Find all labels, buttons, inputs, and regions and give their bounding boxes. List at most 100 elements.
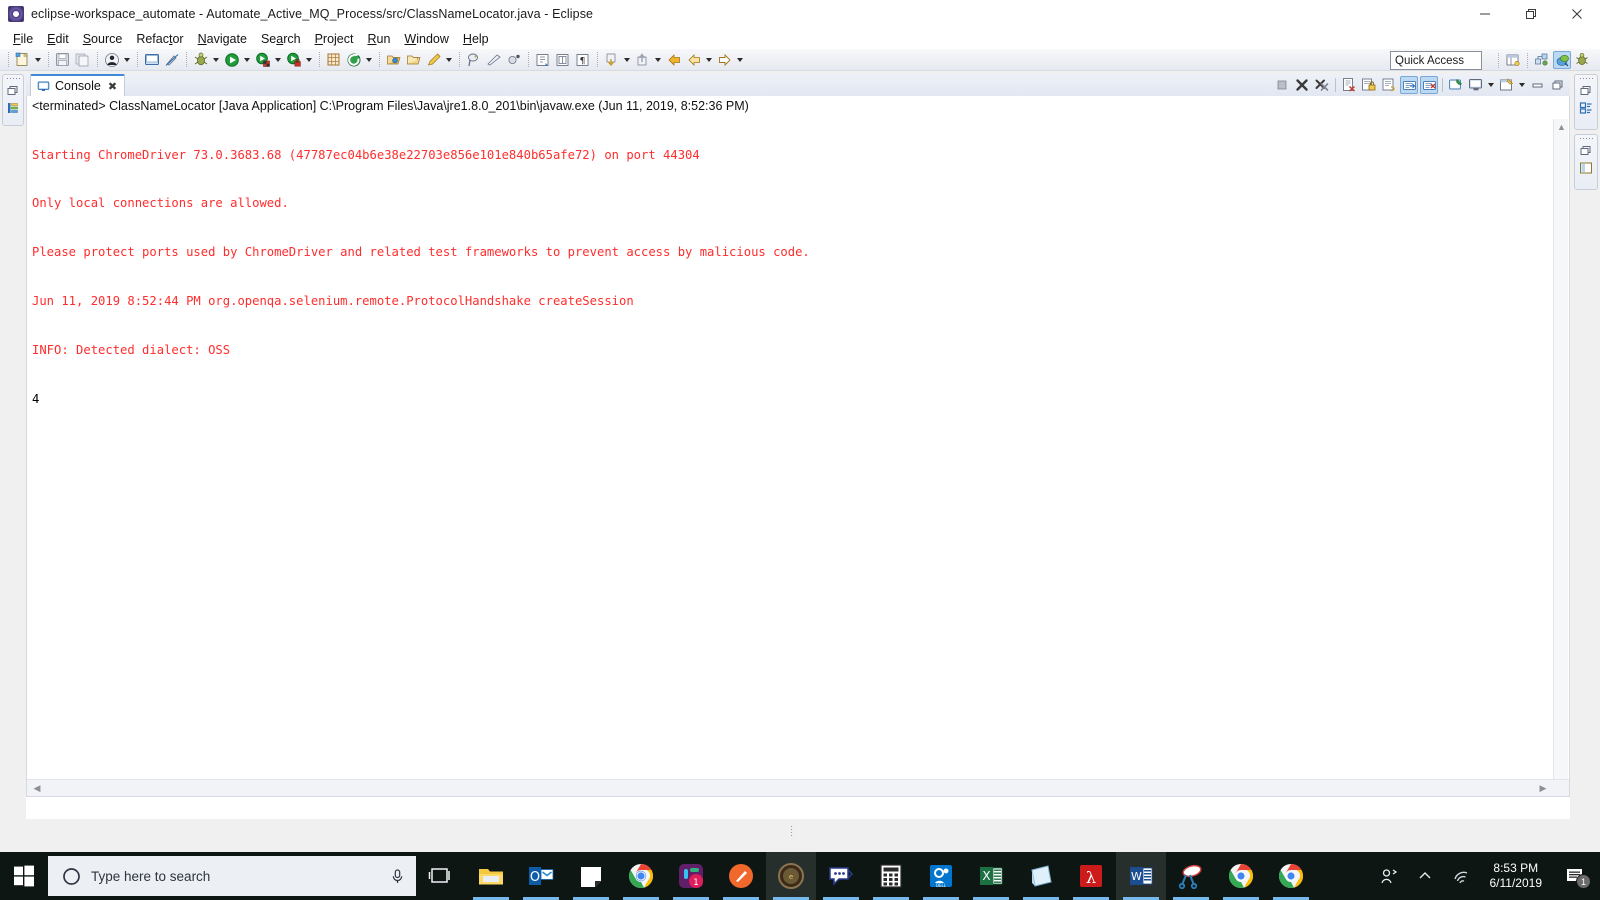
drag-grip[interactable] (1579, 137, 1593, 141)
taskbar-app-google-chrome-3[interactable] (1266, 852, 1316, 900)
edit-icon[interactable] (425, 51, 443, 69)
action-center-icon[interactable]: 1 (1554, 852, 1596, 900)
run-external-tools-icon[interactable] (254, 51, 272, 69)
taskbar-app-notepad-journal[interactable] (1016, 852, 1066, 900)
people-icon[interactable] (1372, 852, 1406, 900)
save-icon[interactable] (54, 51, 72, 69)
open-console-icon[interactable] (1498, 76, 1516, 94)
tab-console[interactable]: Console ✖ (30, 74, 126, 96)
save-all-icon[interactable] (74, 51, 92, 69)
debug-dropdown-arrow[interactable] (211, 51, 220, 69)
open-perspective-icon[interactable] (1504, 51, 1522, 69)
menu-source[interactable]: Source (76, 30, 130, 48)
new-wizard-icon[interactable] (14, 51, 32, 69)
scroll-right-icon[interactable]: ▶ (1535, 780, 1551, 796)
menu-project[interactable]: Project (308, 30, 361, 48)
new-wizard-dropdown-arrow[interactable] (33, 51, 42, 69)
taskbar-app-messaging[interactable] (816, 852, 866, 900)
menu-window[interactable]: Window (397, 30, 455, 48)
taskbar-app-slack[interactable]: 1 (666, 852, 716, 900)
close-icon[interactable]: ✖ (108, 80, 117, 93)
microphone-icon[interactable] (389, 868, 406, 885)
console-horizontal-scrollbar[interactable]: ◀ ▶ (27, 779, 1569, 796)
back-dropdown-arrow[interactable] (653, 51, 662, 69)
restore-button[interactable] (1508, 0, 1554, 28)
taskbar-app-excel[interactable]: X (966, 852, 1016, 900)
outline-minimized-icon[interactable] (5, 100, 21, 116)
minimize-button[interactable] (1462, 0, 1508, 28)
person-dropdown-arrow[interactable] (122, 51, 131, 69)
back-icon[interactable] (634, 51, 652, 69)
taskbar-app-word[interactable]: W (1116, 852, 1166, 900)
console-vertical-scrollbar[interactable]: ▲ ▼ (1553, 119, 1568, 796)
show-console-on-error-icon[interactable] (1420, 76, 1438, 94)
restore-icon[interactable] (5, 83, 21, 99)
windows-start-icon[interactable] (0, 852, 48, 900)
person-icon[interactable] (103, 51, 121, 69)
minimize-icon[interactable] (1529, 76, 1547, 94)
debug-icon[interactable] (192, 51, 210, 69)
menu-file[interactable]: FFileile (6, 30, 40, 48)
taskbar-app-google-chrome-2[interactable] (1216, 852, 1266, 900)
display-selected-console-icon[interactable] (1467, 76, 1485, 94)
new-package-icon[interactable] (345, 51, 363, 69)
profile-icon[interactable] (505, 51, 523, 69)
search-icon[interactable] (465, 51, 483, 69)
coverage-icon[interactable] (285, 51, 303, 69)
toggle-block-selection-icon[interactable]: ¶ (574, 51, 592, 69)
new-package-dropdown-arrow[interactable] (364, 51, 373, 69)
quick-access-input[interactable]: Quick Access (1390, 51, 1482, 70)
remove-all-terminated-icon[interactable] (1313, 76, 1331, 94)
terminate-icon[interactable] (1273, 76, 1291, 94)
menu-search[interactable]: Search (254, 30, 308, 48)
display-console-dropdown-arrow[interactable] (1486, 76, 1495, 94)
forward-icon[interactable] (716, 51, 734, 69)
pin-console-icon[interactable] (1447, 76, 1465, 94)
forward-dropdown-arrow[interactable] (735, 51, 744, 69)
open-task-icon[interactable] (405, 51, 423, 69)
java-perspective-icon[interactable] (1553, 51, 1571, 69)
skip-all-breakpoints-icon[interactable] (485, 51, 503, 69)
show-hidden-icons-chevron[interactable] (1408, 852, 1442, 900)
open-type-icon[interactable] (385, 51, 403, 69)
view-resize-handle[interactable] (790, 825, 794, 837)
word-wrap-icon[interactable] (1380, 76, 1398, 94)
coverage-dropdown-arrow[interactable] (304, 51, 313, 69)
open-console-dropdown-arrow[interactable] (1517, 76, 1526, 94)
edit-dropdown-arrow[interactable] (444, 51, 453, 69)
taskbar-app-eclipse[interactable]: e (766, 852, 816, 900)
run-dropdown-arrow[interactable] (242, 51, 251, 69)
console-output-area[interactable]: <terminated> ClassNameLocator [Java Appl… (26, 96, 1570, 797)
drag-grip[interactable] (1579, 77, 1593, 81)
taskbar-app-sticky-notes[interactable] (566, 852, 616, 900)
restore-icon[interactable] (1578, 143, 1594, 159)
taskbar-app-file-explorer[interactable] (466, 852, 516, 900)
taskbar-app-paint-3d[interactable] (716, 852, 766, 900)
restore-icon[interactable] (1578, 83, 1594, 99)
next-annotation-icon[interactable] (534, 51, 552, 69)
last-edit-location-icon[interactable] (603, 51, 621, 69)
show-console-on-output-icon[interactable] (1400, 76, 1418, 94)
toggle-mark-occurrences-icon[interactable] (163, 51, 181, 69)
scroll-lock-icon[interactable] (1360, 76, 1378, 94)
menu-refactor[interactable]: Refactor (129, 30, 190, 48)
back-nav-icon[interactable] (665, 51, 683, 69)
menu-run[interactable]: Run (360, 30, 397, 48)
menu-help[interactable]: Help (456, 30, 496, 48)
clear-console-icon[interactable] (1340, 76, 1358, 94)
remove-launch-icon[interactable] (1293, 76, 1311, 94)
menu-edit[interactable]: Edit (40, 30, 76, 48)
taskbar-clock[interactable]: 8:53 PM 6/11/2019 (1480, 861, 1553, 891)
taskbar-app-calculator[interactable] (866, 852, 916, 900)
taskbar-app-dell[interactable]: DELL (916, 852, 966, 900)
run-icon[interactable] (223, 51, 241, 69)
close-button[interactable] (1554, 0, 1600, 28)
debug-perspective-icon[interactable] (1573, 51, 1591, 69)
scroll-left-icon[interactable]: ◀ (29, 780, 45, 796)
previous-annotation-icon[interactable] (554, 51, 572, 69)
taskbar-app-outlook[interactable]: O (516, 852, 566, 900)
taskbar-app-snipping-tool[interactable] (1166, 852, 1216, 900)
package-explorer-minimized-icon[interactable] (1578, 100, 1594, 116)
new-java-class-icon[interactable] (143, 51, 161, 69)
wifi-icon[interactable] (1444, 852, 1478, 900)
